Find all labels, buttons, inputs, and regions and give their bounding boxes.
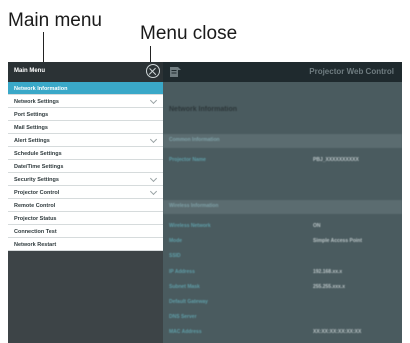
common-info-section: Common Information <box>163 134 402 148</box>
wireless-info-section: Wireless Information <box>163 200 402 214</box>
menu-close-icon[interactable] <box>146 64 160 78</box>
menu-item-label: Alert Settings <box>14 137 50 144</box>
main-content: Network Information Common Information P… <box>163 82 402 343</box>
info-row-label: MAC Address <box>169 329 202 335</box>
menu-close-callout-line <box>150 46 152 62</box>
main-menu-panel: Main Menu Network Information Network Se… <box>8 62 163 343</box>
document-icon <box>170 67 181 77</box>
menu-item-alert-settings[interactable]: Alert Settings <box>8 134 163 147</box>
menu-item-label: Network Settings <box>14 98 59 105</box>
menu-item-network-information[interactable]: Network Information <box>8 82 163 95</box>
menu-item-label: Schedule Settings <box>14 150 62 157</box>
menu-item-network-settings[interactable]: Network Settings <box>8 95 163 108</box>
menu-item-security-settings[interactable]: Security Settings <box>8 173 163 186</box>
info-row-label: IP Address <box>169 269 195 275</box>
menu-item-label: Projector Control <box>14 189 60 196</box>
info-row-value: 192.168.xx.x <box>313 269 343 275</box>
main-menu-header: Main Menu <box>8 62 163 82</box>
info-row-label: Subnet Mask <box>169 284 200 290</box>
menu-item-label: Date/Time Settings <box>14 163 64 170</box>
page-title: Network Information <box>169 106 238 113</box>
menu-item-port-settings[interactable]: Port Settings <box>8 108 163 121</box>
projector-name-value: PBJ_XXXXXXXXXX <box>313 157 359 163</box>
info-row-label: SSID <box>169 253 181 259</box>
menu-item-label: Remote Control <box>14 202 56 209</box>
main-menu-title: Main Menu <box>14 68 45 74</box>
menu-item-connection-test[interactable]: Connection Test <box>8 225 163 238</box>
menu-close-callout: Menu close <box>140 23 238 44</box>
info-row-value: Simple Access Point <box>313 238 362 244</box>
info-row-label: Wireless Network <box>169 223 211 229</box>
info-row-value: 255.255.xxx.x <box>313 284 345 290</box>
info-row-value: XX:XX:XX:XX:XX:XX <box>313 329 362 335</box>
menu-item-remote-control[interactable]: Remote Control <box>8 199 163 212</box>
menu-item-label: Network Information <box>14 85 68 92</box>
menu-item-label: Port Settings <box>14 111 49 118</box>
menu-item-label: Security Settings <box>14 176 59 183</box>
info-row-label: DNS Server <box>169 314 197 320</box>
chevron-down-icon[interactable] <box>149 174 158 183</box>
menu-item-schedule-settings[interactable]: Schedule Settings <box>8 147 163 160</box>
projector-name-label: Projector Name <box>169 157 206 163</box>
section-title: Common Information <box>169 137 220 143</box>
menu-item-label: Connection Test <box>14 228 57 235</box>
section-title: Wireless Information <box>169 203 219 209</box>
main-menu-callout: Main menu <box>8 10 102 31</box>
info-row-label: Default Gateway <box>169 299 208 305</box>
main-menu-callout-line <box>43 32 45 64</box>
menu-item-projector-status[interactable]: Projector Status <box>8 212 163 225</box>
info-row-value: ON <box>313 223 321 229</box>
menu-item-label: Mail Settings <box>14 124 48 131</box>
menu-item-label: Network Restart <box>14 241 57 248</box>
info-row-label: Mode <box>169 238 183 244</box>
menu-item-date-time-settings[interactable]: Date/Time Settings <box>8 160 163 173</box>
main-menu-list: Network Information Network Settings Por… <box>8 82 163 251</box>
menu-item-label: Projector Status <box>14 215 57 222</box>
chevron-down-icon[interactable] <box>149 135 158 144</box>
menu-item-network-restart[interactable]: Network Restart <box>8 238 163 251</box>
menu-item-projector-control[interactable]: Projector Control <box>8 186 163 199</box>
menu-item-mail-settings[interactable]: Mail Settings <box>8 121 163 134</box>
chevron-down-icon[interactable] <box>149 187 158 196</box>
web-control-window: Projector Web Control Network Informatio… <box>8 62 402 343</box>
app-title: Projector Web Control <box>309 67 394 76</box>
chevron-down-icon[interactable] <box>149 96 158 105</box>
